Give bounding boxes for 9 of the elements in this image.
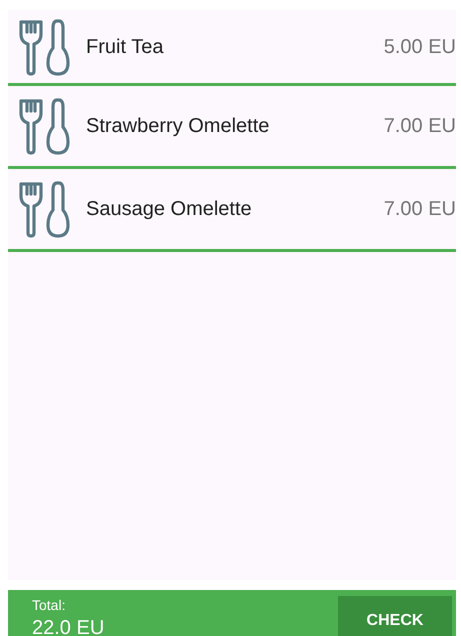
item-name: Fruit Tea [86,34,164,58]
total-label: Total: [32,598,66,614]
item-price: 7.00 EU [384,197,456,222]
total-value: 22.0 EU [32,617,104,636]
item-price: 7.00 EU [384,114,456,139]
item-name: Strawberry Omelette [86,114,270,138]
item-price: 5.00 EU [384,34,456,60]
item-name: Sausage Omelette [86,197,253,221]
check-button[interactable]: CHECK [338,596,452,636]
